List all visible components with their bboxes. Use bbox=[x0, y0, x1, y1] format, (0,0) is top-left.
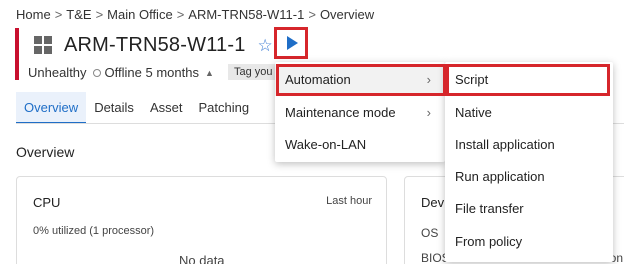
submenu-item-native[interactable]: Native bbox=[445, 97, 613, 129]
breadcrumb-separator: > bbox=[54, 7, 63, 22]
submenu-item-install-application[interactable]: Install application bbox=[445, 129, 613, 161]
tab-details[interactable]: Details bbox=[86, 92, 142, 124]
chevron-right-icon: › bbox=[426, 105, 431, 120]
cpu-card-title: CPU bbox=[33, 195, 61, 210]
tab-overview[interactable]: Overview bbox=[16, 92, 87, 124]
breadcrumb-separator: > bbox=[176, 7, 185, 22]
menu-item-wake-on-lan[interactable]: Wake-on-LAN bbox=[275, 129, 445, 161]
star-icon[interactable]: ☆ bbox=[258, 37, 273, 54]
breadcrumb: Home > T&E > Main Office > ARM-TRN58-W11-1 > Ove… bbox=[16, 7, 374, 22]
submenu-item-run-application[interactable]: Run application bbox=[445, 161, 613, 193]
cpu-card: CPU Last hour 0% utilized (1 processor) … bbox=[16, 176, 387, 264]
menu-item-label: Wake-on-LAN bbox=[285, 137, 367, 152]
tab-patching[interactable]: Patching bbox=[190, 92, 257, 124]
health-status: Unhealthy bbox=[28, 65, 87, 80]
submenu-item-script[interactable]: Script bbox=[445, 64, 613, 96]
cpu-utilization: 0% utilized (1 processor) bbox=[33, 225, 155, 237]
connectivity-status: Offline 5 months bbox=[104, 65, 199, 80]
submenu-item-file-transfer[interactable]: File transfer bbox=[445, 193, 613, 225]
device-card-title: Dev bbox=[421, 195, 445, 210]
breadcrumb-current: Overview bbox=[319, 7, 375, 22]
section-title: Overview bbox=[16, 144, 75, 160]
menu-item-label: Automation bbox=[285, 72, 351, 87]
offline-dot-icon bbox=[92, 68, 101, 77]
tag-button[interactable]: Tag you bbox=[228, 64, 276, 80]
chevron-right-icon: › bbox=[426, 72, 431, 87]
menu-item-maintenance-mode[interactable]: Maintenance mode › bbox=[275, 97, 445, 129]
breadcrumb-device[interactable]: ARM-TRN58-W11-1 bbox=[188, 7, 304, 22]
menu-item-label: Maintenance mode bbox=[285, 105, 396, 120]
breadcrumb-separator: > bbox=[308, 7, 316, 22]
cpu-no-data: No data bbox=[179, 253, 225, 264]
menu-item-automation[interactable]: Automation › bbox=[275, 64, 445, 96]
page-title: ARM-TRN58-W11-1 bbox=[64, 33, 246, 56]
submenu-item-from-policy[interactable]: From policy bbox=[445, 226, 613, 258]
breadcrumb-main-office[interactable]: Main Office bbox=[107, 7, 173, 22]
run-actions-button[interactable] bbox=[274, 27, 308, 59]
device-status: Unhealthy Offline 5 months ▲ bbox=[28, 65, 214, 80]
breadcrumb-te[interactable]: T&E bbox=[66, 7, 91, 22]
cpu-time-range[interactable]: Last hour bbox=[326, 195, 372, 207]
automation-submenu: Script Native Install application Run ap… bbox=[445, 62, 613, 262]
caret-icon[interactable]: ▲ bbox=[205, 68, 214, 78]
status-indicator-bar bbox=[15, 28, 19, 80]
tab-bar: Overview Details Asset Patching bbox=[16, 92, 257, 124]
device-header: ARM-TRN58-W11-1 ☆ bbox=[34, 30, 273, 60]
breadcrumb-home[interactable]: Home bbox=[16, 7, 51, 22]
breadcrumb-separator: > bbox=[95, 7, 104, 22]
actions-menu: Automation › Maintenance mode › Wake-on-… bbox=[275, 62, 445, 162]
windows-icon bbox=[34, 36, 52, 54]
play-icon bbox=[287, 36, 298, 50]
tab-asset[interactable]: Asset bbox=[142, 92, 191, 124]
os-label: OS bbox=[421, 226, 439, 240]
